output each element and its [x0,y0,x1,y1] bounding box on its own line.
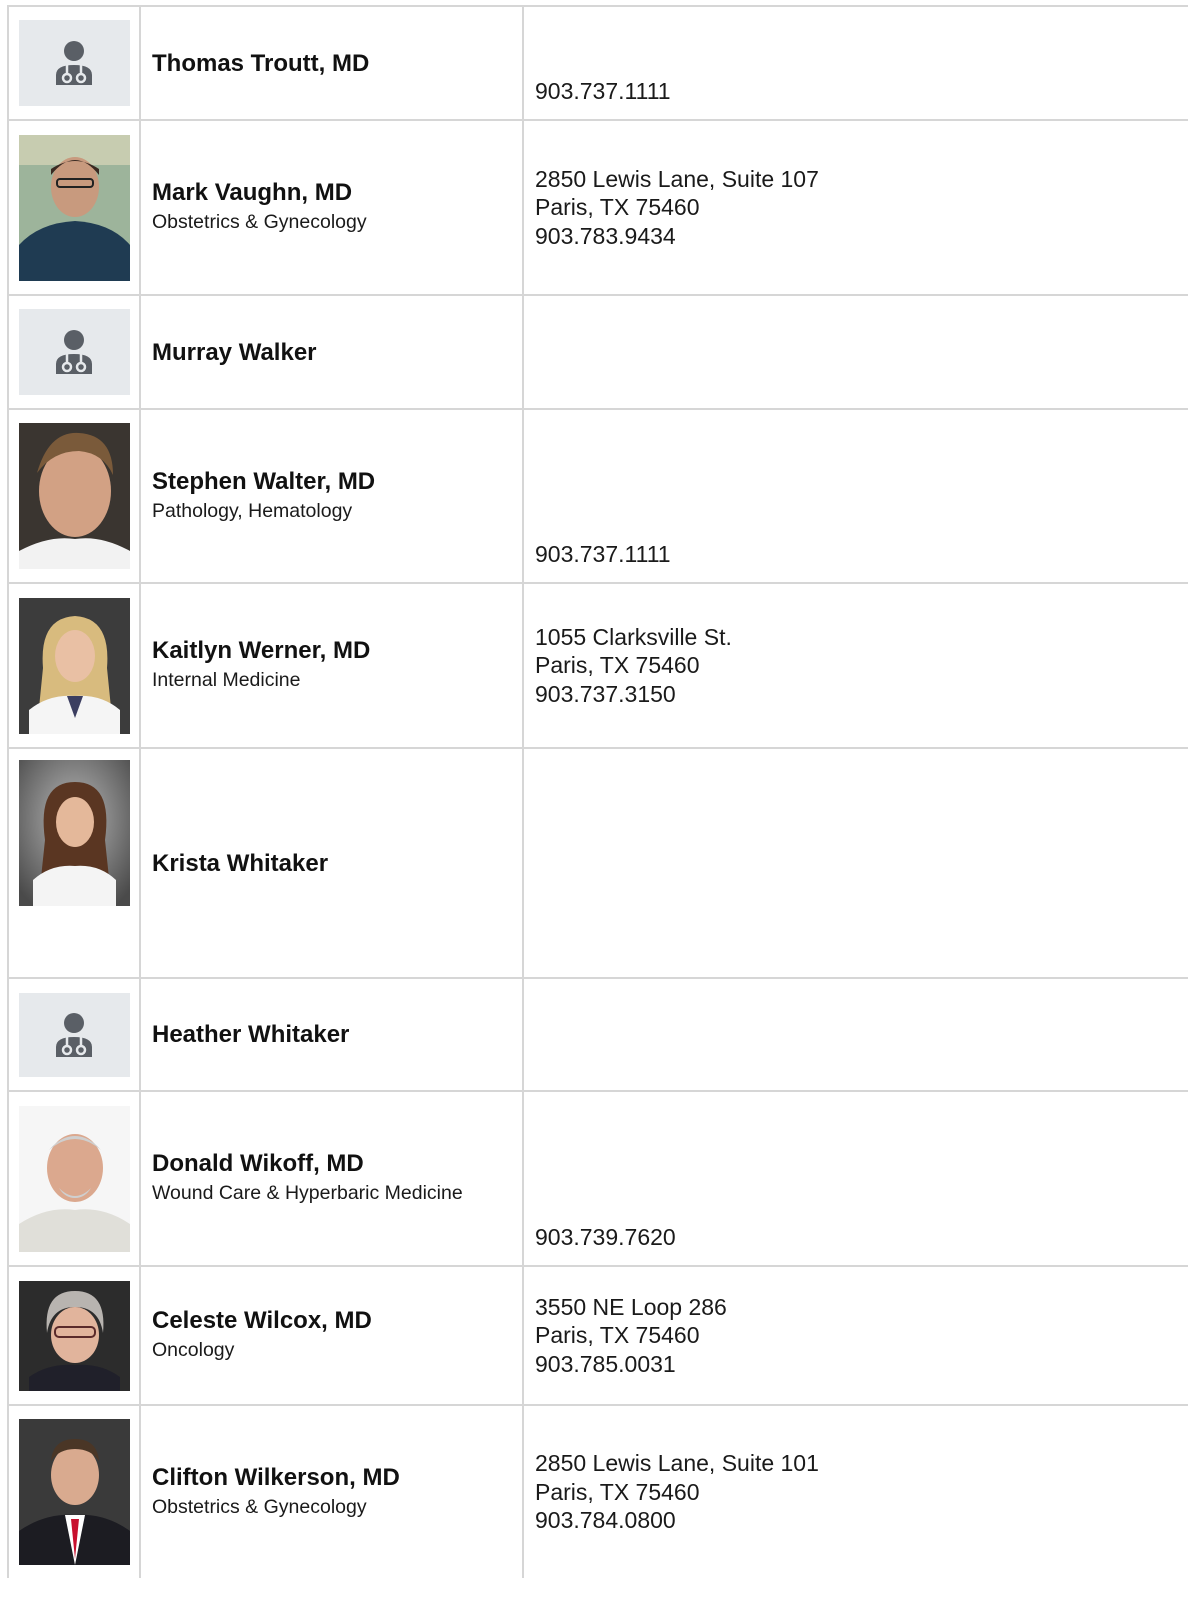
name-cell: Thomas Troutt, MD [141,7,524,119]
contact-cell: 903.737.1111 [524,410,1188,582]
doctor-placeholder-icon [18,20,130,106]
doctor-photo [18,760,130,906]
doctor-placeholder-icon [18,309,130,395]
doctor-photo [18,134,130,281]
photo-cell [9,410,141,582]
contact-cell [524,749,1188,977]
name-cell: Celeste Wilcox, MD Oncology [141,1267,524,1404]
provider-specialty: Pathology, Hematology [152,499,353,522]
provider-phone[interactable]: 903.737.3150 [535,680,1188,709]
doctor-photo [18,423,130,569]
doctor-photo [18,1419,130,1565]
provider-address-line1: 2850 Lewis Lane, Suite 101 [535,1450,819,1477]
provider-address-line2: Paris, TX 75460 [535,1478,700,1505]
photo-cell [9,979,141,1090]
provider-phone[interactable]: 903.737.1111 [535,77,1188,106]
contact-cell: 2850 Lewis Lane, Suite 107 Paris, TX 754… [524,121,1188,294]
contact-cell: 2850 Lewis Lane, Suite 101 Paris, TX 754… [524,1406,1188,1578]
doctor-placeholder-icon [18,992,130,1077]
table-row: Stephen Walter, MD Pathology, Hematology… [9,410,1188,584]
provider-directory-table: Thomas Troutt, MD 903.737.1111 Mark Vaug… [7,5,1188,1578]
photo-cell [9,1267,141,1404]
table-row: Krista Whitaker [9,749,1188,979]
doctor-photo [18,597,130,734]
doctor-photo [18,1105,130,1252]
provider-specialty: Oncology [152,1339,235,1361]
name-cell: Murray Walker [141,296,524,408]
photo-cell [9,1092,141,1265]
provider-address-line2: Paris, TX 75460 [535,652,700,679]
provider-phone[interactable]: 903.739.7620 [535,1223,1188,1252]
table-row: Kaitlyn Werner, MD Internal Medicine 105… [9,584,1188,749]
table-row: Donald Wikoff, MD Wound Care & Hyperbari… [9,1092,1188,1267]
provider-name[interactable]: Kaitlyn Werner, MD [152,636,522,665]
photo-cell [9,1406,141,1578]
table-row: Clifton Wilkerson, MD Obstetrics & Gynec… [9,1406,1188,1578]
provider-name[interactable]: Celeste Wilcox, MD [152,1306,522,1335]
name-cell: Krista Whitaker [141,749,524,977]
name-cell: Heather Whitaker [141,979,524,1090]
provider-address-line2: Paris, TX 75460 [535,194,700,221]
name-cell: Donald Wikoff, MD Wound Care & Hyperbari… [141,1092,524,1265]
provider-name[interactable]: Clifton Wilkerson, MD [152,1463,522,1492]
provider-address-line1: 2850 Lewis Lane, Suite 107 [535,165,819,192]
provider-address-line1: 1055 Clarksville St. [535,623,732,650]
provider-specialty: Wound Care & Hyperbaric Medicine [152,1182,463,1204]
provider-name[interactable]: Stephen Walter, MD [152,467,522,496]
provider-specialty: Obstetrics & Gynecology [152,211,367,233]
provider-name[interactable]: Murray Walker [152,338,522,367]
provider-name[interactable]: Donald Wikoff, MD [152,1149,522,1178]
table-row: Heather Whitaker [9,979,1188,1092]
contact-cell: 903.737.1111 [524,7,1188,119]
photo-cell [9,121,141,294]
provider-name[interactable]: Mark Vaughn, MD [152,178,522,207]
name-cell: Stephen Walter, MD Pathology, Hematology [141,410,524,582]
table-row: Murray Walker [9,296,1188,410]
provider-name[interactable]: Thomas Troutt, MD [152,49,522,78]
table-row: Mark Vaughn, MD Obstetrics & Gynecology … [9,121,1188,296]
provider-address-line1: 3550 NE Loop 286 [535,1293,727,1320]
provider-address-line2: Paris, TX 75460 [535,1322,700,1349]
table-row: Celeste Wilcox, MD Oncology 3550 NE Loop… [9,1267,1188,1406]
provider-phone[interactable]: 903.783.9434 [535,222,1188,251]
contact-cell [524,979,1188,1090]
name-cell: Clifton Wilkerson, MD Obstetrics & Gynec… [141,1406,524,1578]
contact-cell [524,296,1188,408]
provider-phone[interactable]: 903.785.0031 [535,1350,1188,1379]
provider-specialty: Internal Medicine [152,669,301,691]
photo-cell [9,296,141,408]
contact-cell: 3550 NE Loop 286 Paris, TX 75460 903.785… [524,1267,1188,1404]
photo-cell [9,584,141,747]
table-row: Thomas Troutt, MD 903.737.1111 [9,7,1188,121]
provider-specialty: Obstetrics & Gynecology [152,1495,367,1518]
name-cell: Kaitlyn Werner, MD Internal Medicine [141,584,524,747]
name-cell: Mark Vaughn, MD Obstetrics & Gynecology [141,121,524,294]
provider-name[interactable]: Krista Whitaker [152,849,522,878]
provider-phone[interactable]: 903.737.1111 [535,540,1188,569]
contact-cell: 903.739.7620 [524,1092,1188,1265]
provider-phone[interactable]: 903.784.0800 [535,1506,1188,1535]
provider-name[interactable]: Heather Whitaker [152,1020,522,1049]
doctor-photo [18,1280,130,1391]
photo-cell [9,749,141,977]
photo-cell [9,7,141,119]
contact-cell: 1055 Clarksville St. Paris, TX 75460 903… [524,584,1188,747]
